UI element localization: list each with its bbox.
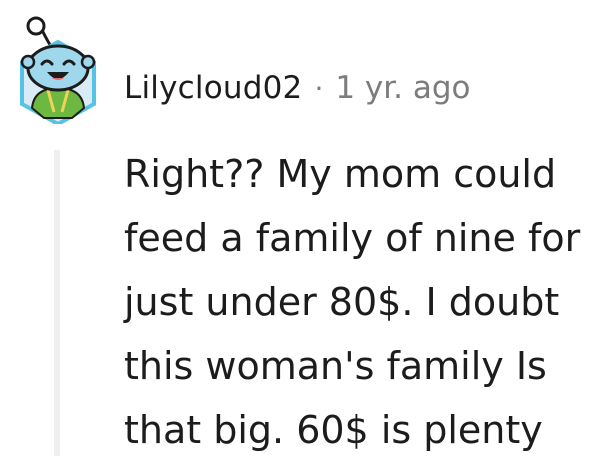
comment-line: just under 80$. I doubt	[124, 280, 560, 324]
comment-line: Right?? My mom could	[124, 152, 557, 196]
comment-line: that big. 60$ is plenty	[124, 408, 543, 452]
thread-line[interactable]	[54, 150, 60, 456]
meta-separator: ·	[314, 71, 324, 105]
comment-timestamp[interactable]: 1 yr. ago	[335, 70, 470, 106]
comment-body: Right?? My mom could feed a family of ni…	[124, 142, 594, 456]
user-avatar[interactable]	[14, 12, 102, 127]
comment-header: Lilycloud02 · 1 yr. ago	[124, 64, 471, 112]
username-link[interactable]: Lilycloud02	[124, 70, 302, 106]
snoo-avatar-icon	[20, 16, 96, 127]
comment-line: this woman's family Is	[124, 344, 547, 388]
comment-line: feed a family of nine for	[124, 216, 581, 260]
comment: Lilycloud02 · 1 yr. ago Right?? My mom c…	[0, 0, 599, 456]
